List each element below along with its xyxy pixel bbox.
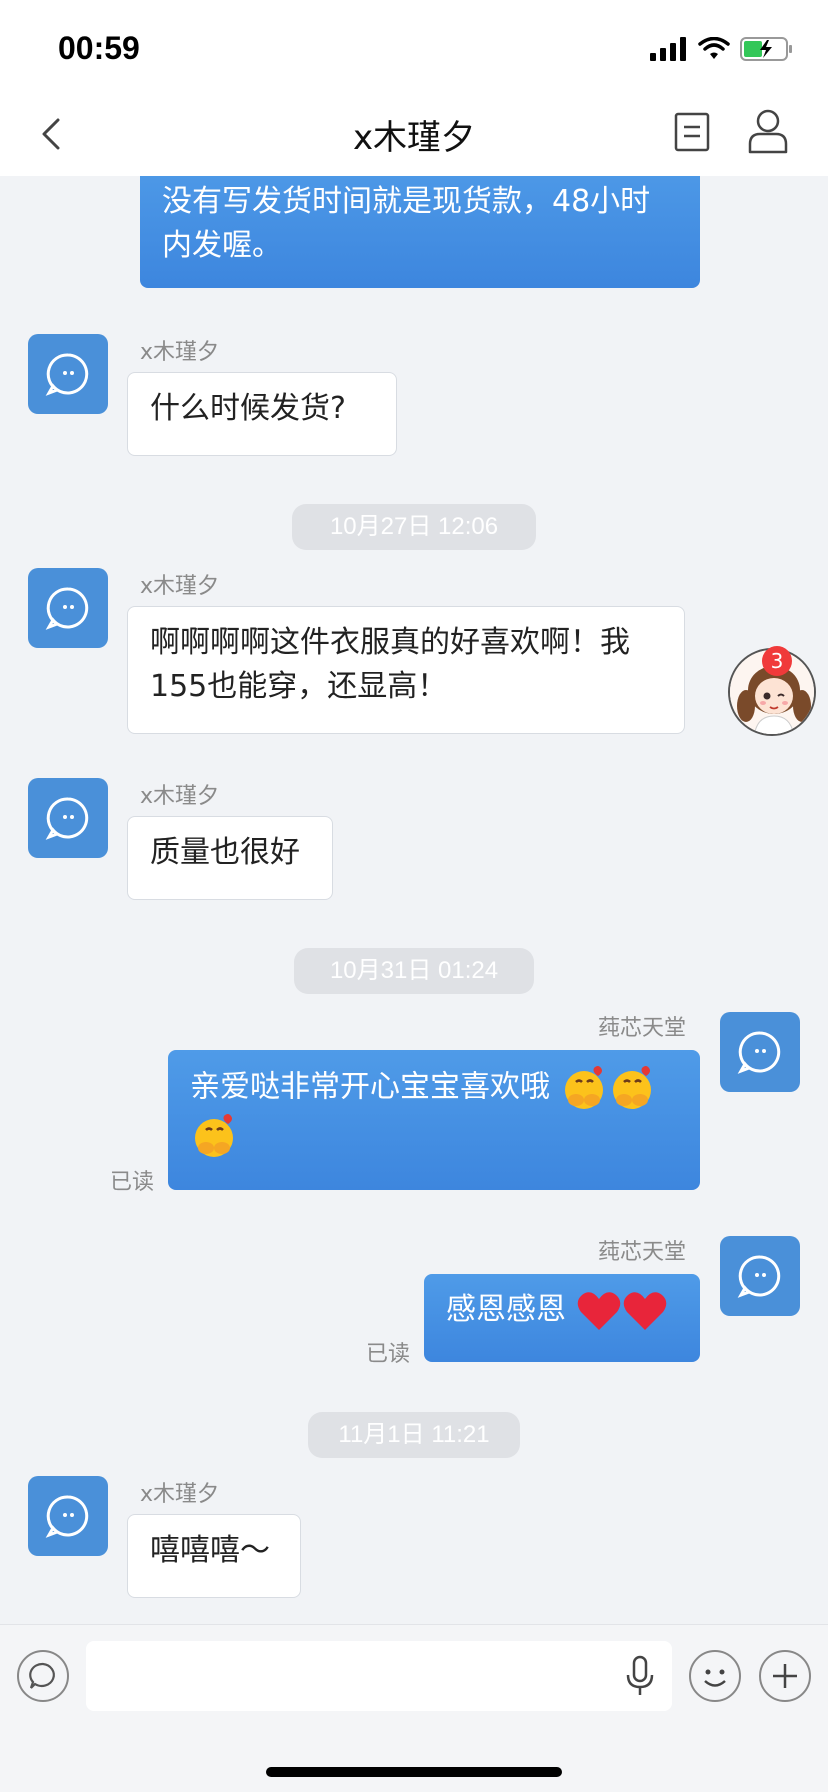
chat-bubble-logo-icon [45,797,89,840]
message-text: 什么时候发货? [150,391,346,426]
home-indicator[interactable] [266,1767,562,1777]
nav-bar: x木瑾夕 [0,96,828,176]
message-text: 质量也很好 [150,835,300,870]
wifi-icon [698,37,730,59]
timestamp-divider: 10月27日 12:06 [292,504,536,550]
message-bubble-incoming[interactable]: 啊啊啊啊这件衣服真的好喜欢啊！我155也能穿，还显高！ [127,606,685,734]
sender-name: 莼芯天堂 [597,1016,686,1041]
message-bubble-incoming[interactable]: 质量也很好 [127,816,333,900]
hugging-face-emoji-icon [195,1114,233,1157]
chat-bubble-logo-icon [737,1255,781,1298]
hugging-face-emoji-icon [612,1066,651,1109]
message-text: 啊啊啊啊这件衣服真的好喜欢啊！我155也能穿，还显高！ [150,625,630,704]
input-bar [0,1624,828,1792]
sender-name: x木瑾夕 [140,784,220,809]
message-text: 亲爱哒非常开心宝宝喜欢哦 [190,1069,550,1105]
own-avatar[interactable] [720,1236,800,1316]
message-list[interactable]: 没有写发货时间就是现货款，48小时内发喔。 x木瑾夕 什么时候发货? 10月27… [0,176,828,1624]
microphone-icon[interactable] [624,1655,656,1697]
chat-bubble-logo-icon [45,1495,89,1538]
read-receipt: 已读 [366,1342,411,1367]
sender-name: x木瑾夕 [140,574,220,599]
contact-avatar[interactable] [28,1476,108,1556]
plus-icon[interactable] [758,1649,812,1703]
sender-name: 莼芯天堂 [597,1240,686,1265]
message-text: 嘻嘻嘻～ [150,1533,270,1568]
timestamp-divider: 11月1日 11:21 [308,1412,520,1458]
chat-bubble-logo-icon [737,1031,781,1074]
message-text: 没有写发货时间就是现货款，48小时内发喔。 [162,184,651,263]
sender-name: x木瑾夕 [140,340,220,365]
message-input[interactable] [86,1641,672,1711]
document-icon[interactable] [672,110,712,154]
chat-bubble-logo-icon [45,587,89,630]
message-bubble-outgoing[interactable]: 感恩感恩 [424,1274,700,1362]
own-avatar[interactable] [720,1012,800,1092]
timestamp-divider: 10月31日 01:24 [294,948,534,994]
sender-name: x木瑾夕 [140,1482,220,1507]
hugging-face-emoji-icon [564,1066,603,1109]
contact-avatar[interactable] [28,568,108,648]
signal-icon [650,37,686,61]
status-time: 00:59 [58,30,140,66]
read-receipt: 已读 [110,1170,155,1195]
message-bubble-incoming[interactable]: 什么时候发货? [127,372,397,456]
message-bubble-outgoing[interactable]: 亲爱哒非常开心宝宝喜欢哦 [168,1050,700,1190]
emoji-icon[interactable] [688,1649,742,1703]
contact-avatar[interactable] [28,334,108,414]
message-bubble-incoming[interactable]: 嘻嘻嘻～ [127,1514,301,1598]
status-bar: 00:59 [0,0,828,96]
red-heart-emoji-icon [577,1291,620,1330]
battery-icon [740,37,792,61]
message-text: 感恩感恩 [446,1292,566,1327]
user-profile-icon[interactable] [746,108,790,154]
status-icons [650,36,794,62]
message-bubble-outgoing[interactable]: 没有写发货时间就是现货款，48小时内发喔。 [140,176,700,288]
chat-toggle-icon[interactable] [16,1649,70,1703]
red-heart-emoji-icon [623,1291,666,1330]
contact-avatar[interactable] [28,778,108,858]
chat-bubble-logo-icon [45,353,89,396]
notification-badge: 3 [762,646,792,676]
